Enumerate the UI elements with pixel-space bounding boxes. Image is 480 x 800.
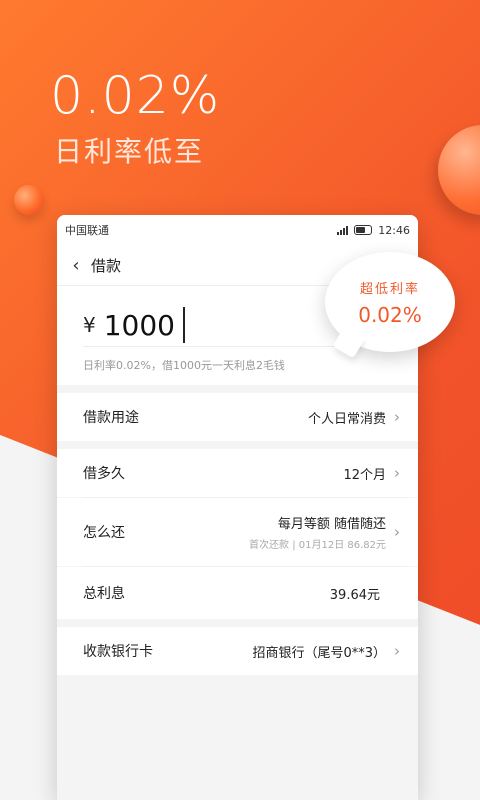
purpose-label: 借款用途 <box>83 410 139 426</box>
status-icons: 12:46 <box>337 224 410 237</box>
row-repay[interactable]: 怎么还 每月等额 随借随还 首次还款 | 01月12日 86.82元 › <box>57 498 418 566</box>
amount-value: 1000 <box>103 308 175 342</box>
term-label: 借多久 <box>83 466 125 482</box>
chevron-right-icon: › <box>394 408 400 426</box>
card-value: 招商银行（尾号0**3） <box>252 645 386 661</box>
chevron-right-icon: › <box>394 642 400 660</box>
status-bar: 中国联通 12:46 <box>57 215 418 245</box>
promo-rate: 0.02% <box>50 66 221 126</box>
text-caret <box>183 307 185 343</box>
row-purpose[interactable]: 借款用途 个人日常消费 › <box>57 393 418 441</box>
signal-icon <box>337 225 349 235</box>
interest-value: 39.64元 <box>329 587 380 603</box>
repay-method: 每月等额 随借随还 <box>277 517 386 532</box>
promo-subtitle: 日利率低至 <box>54 135 205 168</box>
row-term[interactable]: 借多久 12个月 › <box>57 449 418 497</box>
card-label: 收款银行卡 <box>83 644 153 660</box>
row-interest: 总利息 39.64元 <box>57 567 418 619</box>
currency-symbol: ¥ <box>83 313 96 337</box>
repay-detail: 首次还款 | 01月12日 86.82元 <box>249 540 386 551</box>
rate-bubble: 超低利率 0.02% <box>325 252 455 352</box>
carrier-name: 中国联通 <box>65 224 109 237</box>
back-icon[interactable]: ‹ <box>67 255 85 276</box>
chevron-right-icon: › <box>394 523 400 541</box>
row-bank-card[interactable]: 收款银行卡 招商银行（尾号0**3） › <box>57 627 418 675</box>
battery-icon <box>354 225 373 235</box>
term-value: 12个月 <box>343 467 386 483</box>
interest-label: 总利息 <box>83 586 125 602</box>
repay-label: 怎么还 <box>83 525 125 541</box>
decor-ball-small <box>14 185 44 215</box>
bubble-rate: 0.02% <box>358 302 422 327</box>
bubble-title: 超低利率 <box>359 281 420 297</box>
status-time: 12:46 <box>378 223 410 237</box>
page-title: 借款 <box>91 256 122 275</box>
chevron-right-icon: › <box>394 464 400 482</box>
purpose-value: 个人日常消费 <box>307 411 386 427</box>
